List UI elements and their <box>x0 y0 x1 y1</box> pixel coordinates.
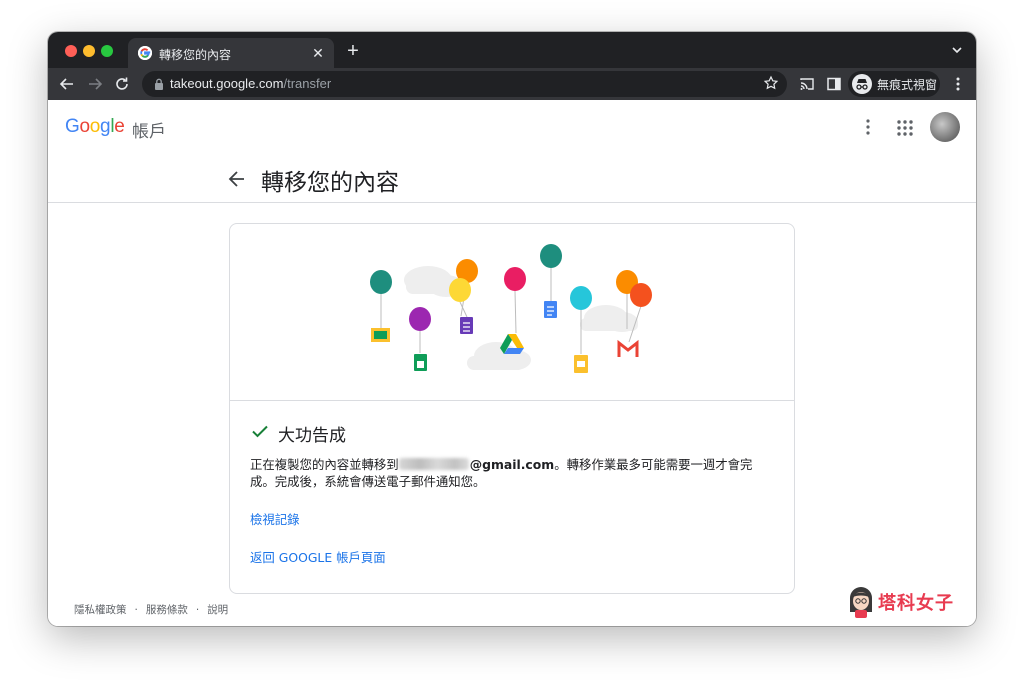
cast-icon[interactable] <box>799 76 815 92</box>
page-title: 轉移您的內容 <box>261 170 399 196</box>
back-icon[interactable] <box>56 73 78 95</box>
header-divider <box>48 202 976 203</box>
tab-search-chevron-icon[interactable] <box>950 43 964 57</box>
watermark: 塔科女子 <box>844 584 964 620</box>
tab-close-icon[interactable]: ✕ <box>310 45 326 61</box>
logo-letter: o <box>79 116 90 137</box>
logo-letter: o <box>89 116 101 137</box>
incognito-icon <box>852 74 872 94</box>
transfer-message: 正在複製您的內容並轉移到 @gmail.com。轉移作業最多可能需要一週才會完成。… <box>250 456 770 490</box>
browser-tab[interactable]: 轉移您的內容 ✕ <box>128 38 334 68</box>
url-text: takeout.google.com/transfer <box>170 76 332 91</box>
forward-icon[interactable] <box>84 73 106 95</box>
view-history-link[interactable]: 檢視記錄 <box>250 510 300 528</box>
footer-separator: · <box>195 604 200 616</box>
tab-title: 轉移您的內容 <box>159 48 232 62</box>
new-tab-button[interactable]: + <box>342 41 364 63</box>
footer: 隱私權政策 · 服務條款 · 說明 <box>74 602 228 617</box>
terms-of-service-link[interactable]: 服務條款 <box>146 604 188 616</box>
footer-separator: · <box>134 604 138 616</box>
close-window-button[interactable] <box>65 45 77 57</box>
google-logo[interactable]: Google <box>65 116 125 138</box>
privacy-policy-link[interactable]: 隱私權政策 <box>74 604 127 616</box>
browser-toolbar: takeout.google.com/transfer 無痕式視窗 <box>48 68 976 100</box>
minimize-window-button[interactable] <box>83 45 95 57</box>
help-link[interactable]: 說明 <box>207 604 228 616</box>
reload-icon[interactable] <box>111 73 133 95</box>
logo-letter: e <box>114 116 125 137</box>
card-divider <box>230 400 794 401</box>
google-apps-icon[interactable] <box>897 120 913 136</box>
redacted-email-username <box>398 458 469 470</box>
return-to-account-link[interactable]: 返回 GOOGLE 帳戶頁面 <box>250 548 386 566</box>
google-favicon-icon <box>138 46 152 60</box>
email-domain: @gmail.com <box>469 457 555 472</box>
side-panel-icon[interactable] <box>826 76 842 92</box>
address-bar[interactable]: takeout.google.com/transfer <box>142 71 787 97</box>
message-prefix: 正在複製您的內容並轉移到 <box>250 457 399 472</box>
incognito-indicator[interactable]: 無痕式視窗 <box>848 71 940 97</box>
logo-letter: G <box>65 116 80 137</box>
maximize-window-button[interactable] <box>101 45 113 57</box>
completion-title: 大功告成 <box>278 426 346 446</box>
browser-menu-icon[interactable] <box>952 76 964 92</box>
checkmark-icon <box>252 425 268 438</box>
bookmark-star-icon[interactable] <box>763 75 779 91</box>
tab-strip: 轉移您的內容 ✕ + <box>48 32 976 68</box>
incognito-label: 無痕式視窗 <box>877 78 938 92</box>
account-label[interactable]: 帳戶 <box>132 117 166 142</box>
balloons-illustration <box>370 244 652 373</box>
lock-icon[interactable] <box>154 78 164 90</box>
avatar[interactable] <box>930 112 960 142</box>
browser-window: 轉移您的內容 ✕ + takeout.google.com/transfer 無… <box>48 32 976 626</box>
logo-letter: g <box>100 116 111 137</box>
back-arrow-icon[interactable] <box>226 168 248 190</box>
transfer-card: 大功告成 正在複製您的內容並轉移到 @gmail.com。轉移作業最多可能需要一週… <box>229 223 795 594</box>
more-options-icon[interactable] <box>860 118 876 136</box>
watermark-text: 塔科女子 <box>878 593 954 614</box>
page-content: Google 帳戶 轉移您的內容 大功告成 正在複製您的內容並轉移到 @gmai… <box>48 100 976 626</box>
avatar-girl-icon <box>850 587 872 618</box>
